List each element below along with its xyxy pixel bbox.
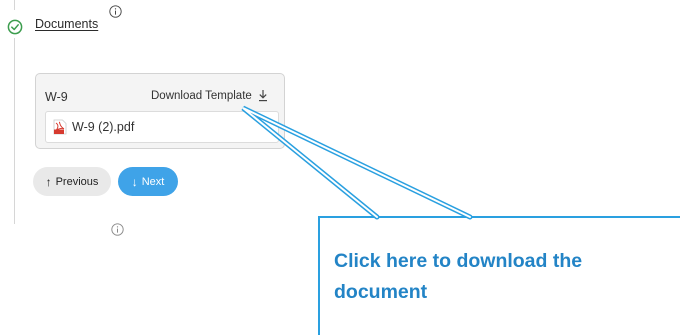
callout-text: Click here to download the document [334,250,583,303]
pdf-file-icon [53,119,67,135]
download-icon[interactable] [257,89,269,102]
step-title-documents[interactable]: Documents [35,17,98,31]
previous-button[interactable]: ↑ Previous [33,167,111,196]
download-template-link[interactable]: Download Template [151,90,252,102]
arrow-up-icon: ↑ [45,174,52,189]
progress-rule [14,38,15,224]
next-button[interactable]: ↓ Next [118,167,178,196]
arrow-down-icon: ↓ [131,174,138,189]
next-button-label: Next [141,175,165,188]
progress-rule-top [14,0,15,10]
info-icon[interactable] [109,5,122,18]
document-name: W-9 [45,90,68,104]
info-icon-bottom[interactable] [111,223,124,236]
uploaded-file-name[interactable]: W-9 (2).pdf [72,120,134,134]
previous-button-label: Previous [55,175,99,188]
check-circle-icon [7,19,23,35]
